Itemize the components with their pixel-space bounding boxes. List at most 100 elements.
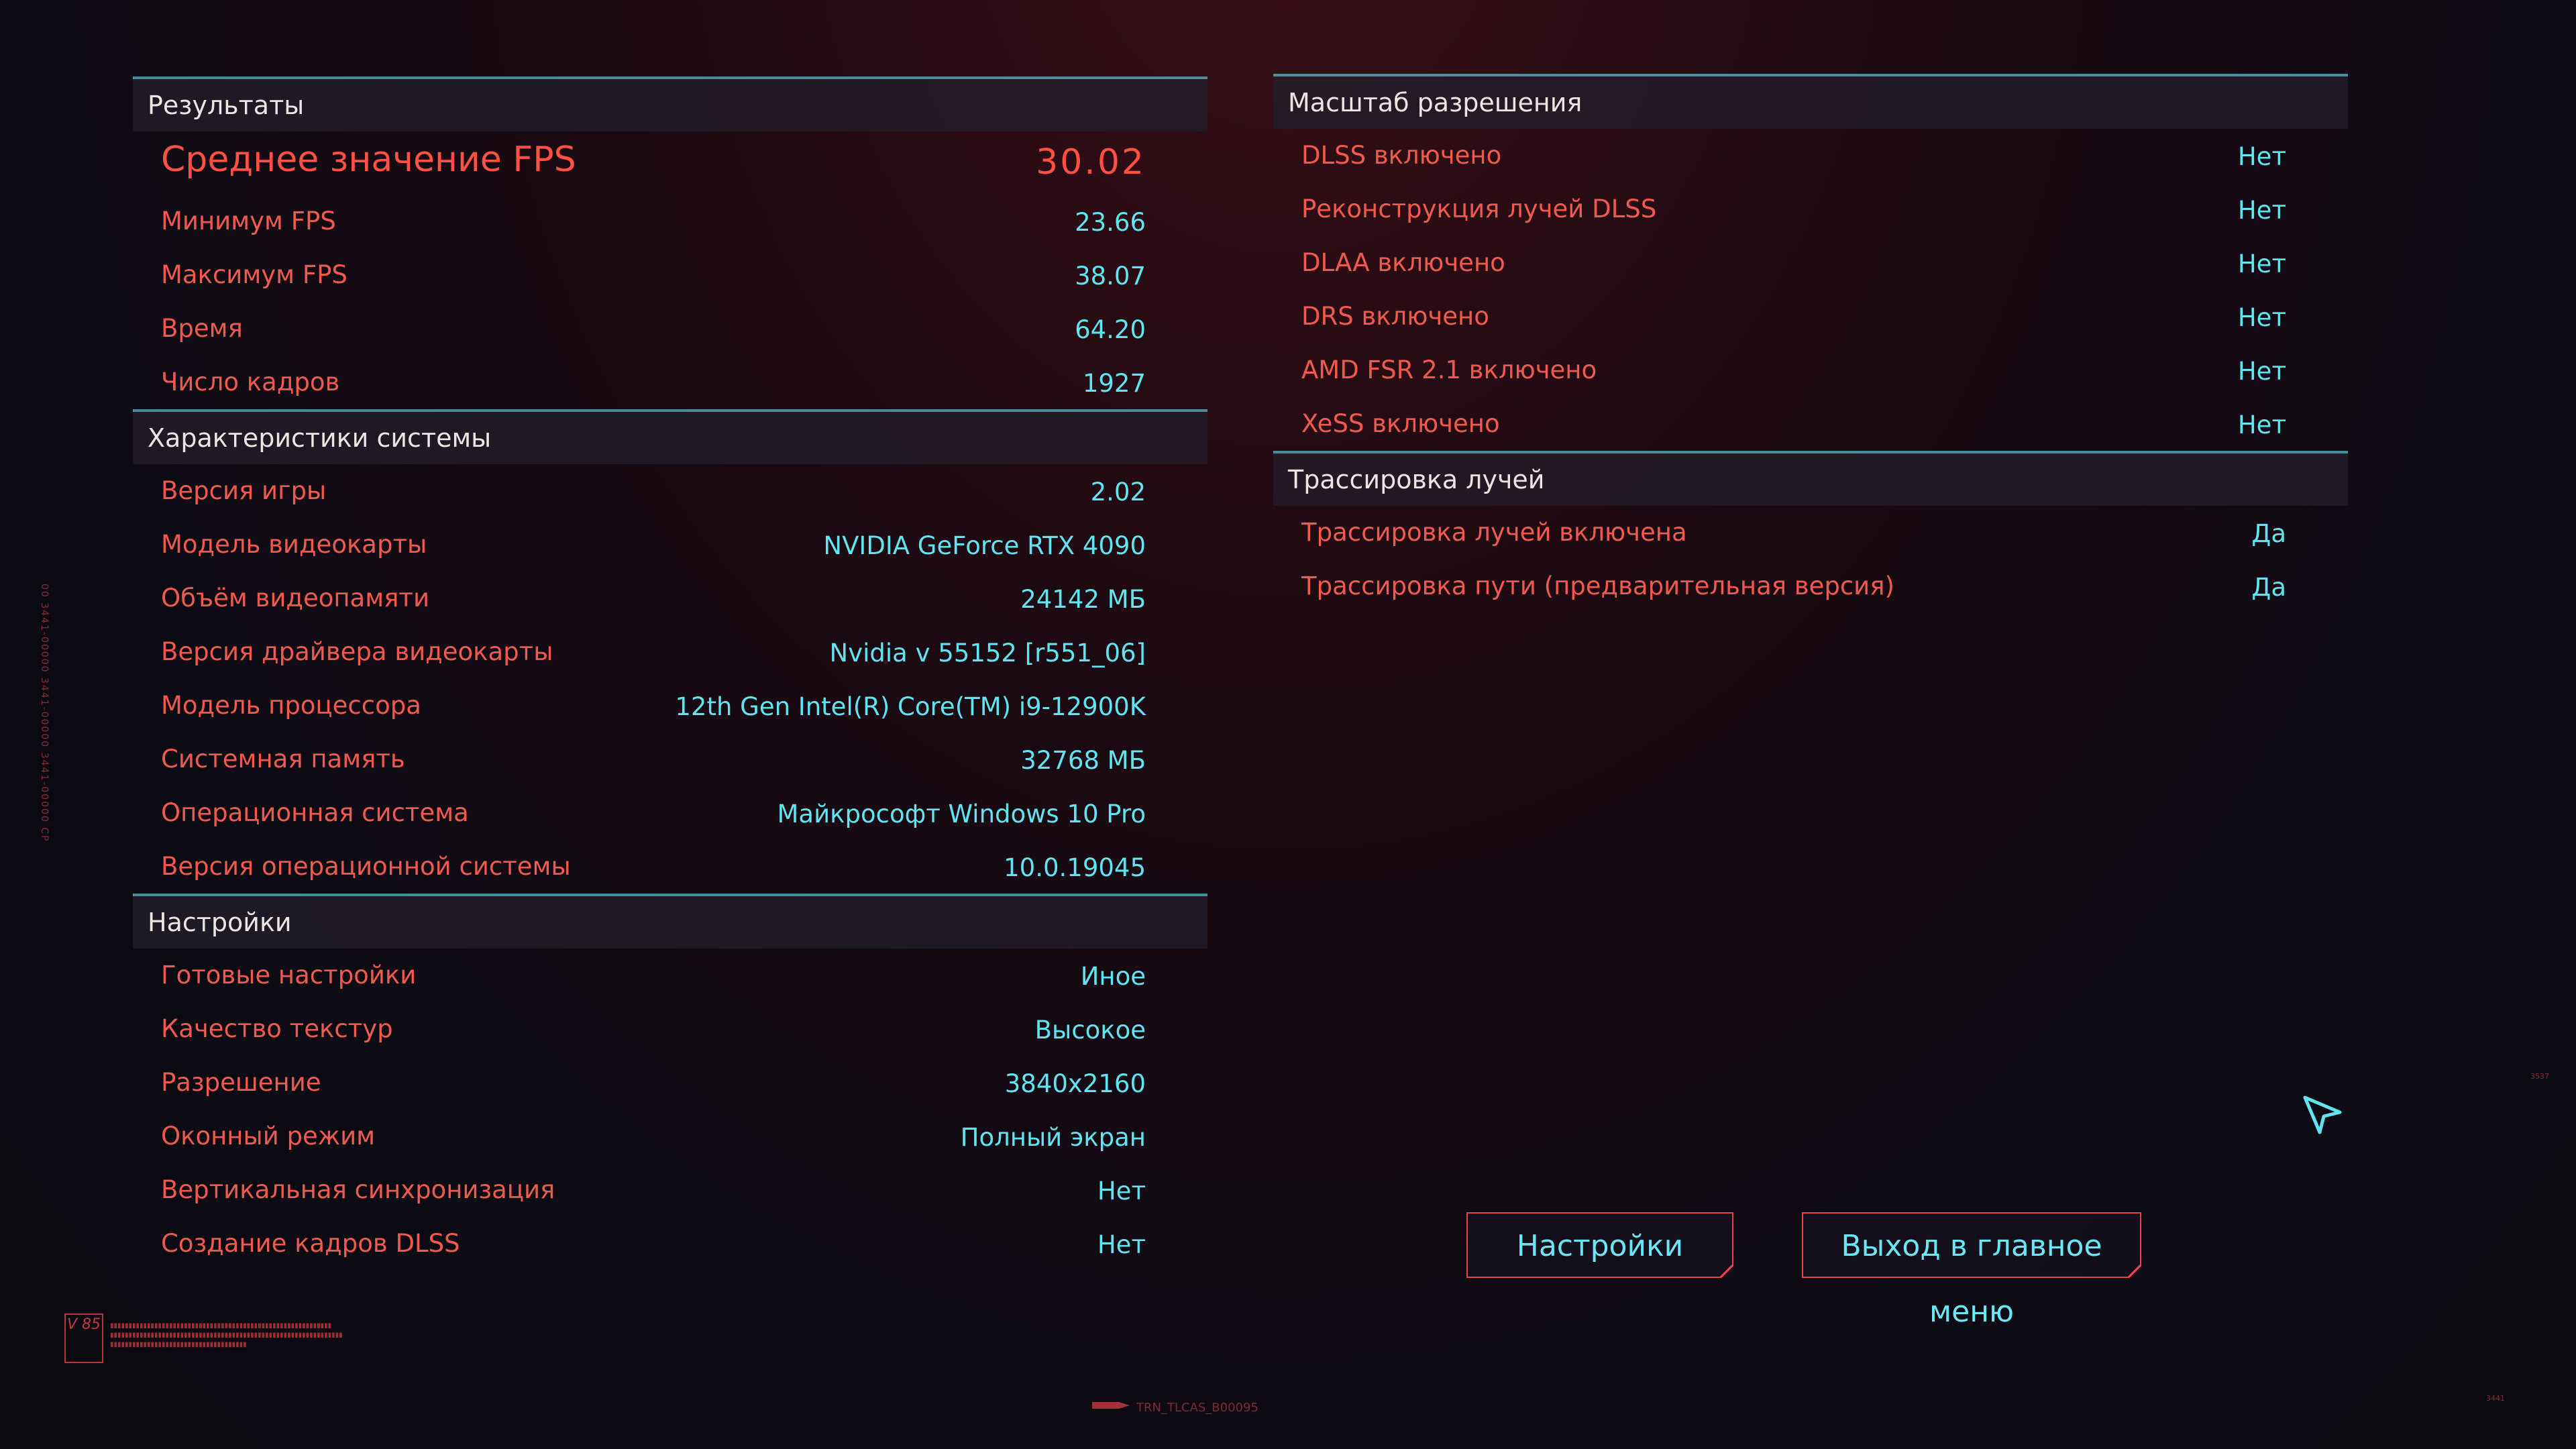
setting-value: Нет [1097, 1177, 1146, 1205]
stat-value: 23.66 [1075, 208, 1146, 237]
setting-value: Полный экран [960, 1123, 1146, 1152]
raytracing-value: Да [2251, 573, 2286, 602]
setting-value: Иное [1080, 962, 1146, 991]
scaling-label: Реконструкция лучей DLSS [1301, 195, 1657, 223]
raytracing-row: Трассировка пути (предварительная версия… [1273, 559, 2348, 613]
system-label: Системная память [161, 745, 405, 773]
system-row: Версия операционной системы 10.0.19045 [133, 840, 1208, 894]
section-divider [133, 894, 1208, 896]
section-divider [133, 76, 1208, 79]
scaling-label: XeSS включено [1301, 409, 1500, 438]
version-badge: V 85 [64, 1313, 103, 1363]
system-value: Майкрософт Windows 10 Pro [777, 800, 1146, 828]
system-value: 2.02 [1090, 478, 1146, 506]
section-divider [1273, 451, 2348, 453]
system-value: NVIDIA GeForce RTX 4090 [823, 531, 1146, 560]
setting-label: Оконный режим [161, 1122, 376, 1150]
scaling-section: Масштаб разрешения DLSS включено Нет Рек… [1273, 74, 2348, 451]
stat-row: Время 64.20 [133, 302, 1208, 356]
raytracing-header: Трассировка лучей [1273, 453, 2348, 506]
results-section: Результаты Среднее значение FPS 30.02 Ми… [133, 76, 1208, 409]
scaling-label: AMD FSR 2.1 включено [1301, 356, 1597, 384]
scaling-row: DRS включено Нет [1273, 290, 2348, 343]
scaling-row: Реконструкция лучей DLSS Нет [1273, 182, 2348, 236]
system-row: Операционная система Майкрософт Windows … [133, 786, 1208, 840]
bottom-arrow-icon [1092, 1402, 1130, 1409]
scaling-header: Масштаб разрешения [1273, 76, 2348, 129]
setting-row: Разрешение 3840x2160 [133, 1056, 1208, 1110]
bottom-tag-text: TRN_TLCAS_B00095 [1136, 1401, 1258, 1415]
cursor-arrow-icon [2303, 1095, 2342, 1134]
system-section: Характеристики системы Версия игры 2.02 … [133, 409, 1208, 894]
system-row: Версия драйвера видеокарты Nvidia v 5515… [133, 625, 1208, 679]
system-label: Модель процессора [161, 691, 421, 720]
avg-fps-row: Среднее значение FPS 30.02 [133, 131, 1208, 195]
system-row: Версия игры 2.02 [133, 464, 1208, 518]
system-value: 12th Gen Intel(R) Core(TM) i9-12900K [675, 692, 1146, 721]
system-row: Системная память 32768 МБ [133, 733, 1208, 786]
system-label: Версия драйвера видеокарты [161, 637, 553, 666]
stat-row: Максимум FPS 38.07 [133, 248, 1208, 302]
results-header: Результаты [133, 79, 1208, 131]
scaling-value: Нет [2237, 411, 2286, 439]
raytracing-row: Трассировка лучей включена Да [1273, 506, 2348, 559]
stat-row: Минимум FPS 23.66 [133, 195, 1208, 248]
stat-value: 1927 [1082, 369, 1146, 398]
setting-label: Качество текстур [161, 1014, 393, 1043]
scaling-label: DRS включено [1301, 302, 1489, 331]
setting-value: 3840x2160 [1004, 1069, 1146, 1098]
setting-label: Готовые настройки [161, 961, 417, 989]
system-value: Nvidia v 55152 [r551_06] [829, 639, 1146, 667]
setting-row: Оконный режим Полный экран [133, 1110, 1208, 1163]
side-serial-text: 00 3441-00000 3441-00000 3441-00000 CP [39, 584, 50, 843]
stat-value: 64.20 [1075, 315, 1146, 344]
setting-value: Высокое [1034, 1016, 1146, 1044]
stat-label: Число кадров [161, 368, 340, 396]
scaling-row: AMD FSR 2.1 включено Нет [1273, 343, 2348, 397]
system-label: Версия игры [161, 476, 327, 505]
setting-row: Качество текстур Высокое [133, 1002, 1208, 1056]
setting-label: Разрешение [161, 1068, 321, 1097]
scaling-value: Нет [2237, 357, 2286, 386]
corner-code-top: 3537 [2530, 1072, 2549, 1081]
raytracing-label: Трассировка лучей включена [1301, 518, 1687, 547]
system-value: 24142 МБ [1020, 585, 1146, 614]
legal-fine-print: ▮▮▮▮▮▮▮▮▮▮▮▮▮▮▮▮▮▮▮▮▮▮▮▮▮▮▮▮▮▮▮▮▮▮▮▮▮▮▮▮… [110, 1322, 343, 1348]
section-divider [133, 409, 1208, 412]
scaling-label: DLSS включено [1301, 141, 1502, 170]
scaling-value: Нет [2237, 196, 2286, 225]
scaling-value: Нет [2237, 142, 2286, 171]
setting-row: Создание кадров DLSS Нет [133, 1217, 1208, 1271]
scaling-row: DLAA включено Нет [1273, 236, 2348, 290]
stat-label: Максимум FPS [161, 260, 347, 289]
right-panel: Масштаб разрешения DLSS включено Нет Рек… [1273, 74, 2348, 613]
raytracing-section: Трассировка лучей Трассировка лучей вклю… [1273, 451, 2348, 613]
settings-header: Настройки [133, 896, 1208, 949]
settings-section: Настройки Готовые настройки Иное Качеств… [133, 894, 1208, 1271]
system-header: Характеристики системы [133, 412, 1208, 464]
avg-fps-value: 30.02 [1036, 142, 1146, 182]
raytracing-label: Трассировка пути (предварительная версия… [1301, 572, 1894, 600]
system-label: Модель видеокарты [161, 530, 427, 559]
system-label: Объём видеопамяти [161, 584, 429, 612]
setting-label: Создание кадров DLSS [161, 1229, 460, 1258]
system-row: Объём видеопамяти 24142 МБ [133, 572, 1208, 625]
stat-value: 38.07 [1075, 262, 1146, 290]
scaling-row: DLSS включено Нет [1273, 129, 2348, 182]
setting-value: Нет [1097, 1230, 1146, 1259]
stat-label: Время [161, 314, 243, 343]
raytracing-value: Да [2251, 519, 2286, 548]
scaling-value: Нет [2237, 250, 2286, 278]
setting-row: Вертикальная синхронизация Нет [133, 1163, 1208, 1217]
avg-fps-label: Среднее значение FPS [161, 140, 576, 180]
section-divider [1273, 74, 2348, 76]
scaling-row: XeSS включено Нет [1273, 397, 2348, 451]
setting-row: Готовые настройки Иное [133, 949, 1208, 1002]
exit-to-main-menu-button[interactable]: Выход в главное меню [1802, 1212, 2141, 1329]
left-panel: Результаты Среднее значение FPS 30.02 Ми… [133, 76, 1208, 1271]
stat-row: Число кадров 1927 [133, 356, 1208, 409]
system-label: Операционная система [161, 798, 469, 827]
scaling-label: DLAA включено [1301, 248, 1505, 277]
system-value: 10.0.19045 [1004, 853, 1146, 882]
settings-button[interactable]: Настройки [1466, 1212, 1733, 1278]
